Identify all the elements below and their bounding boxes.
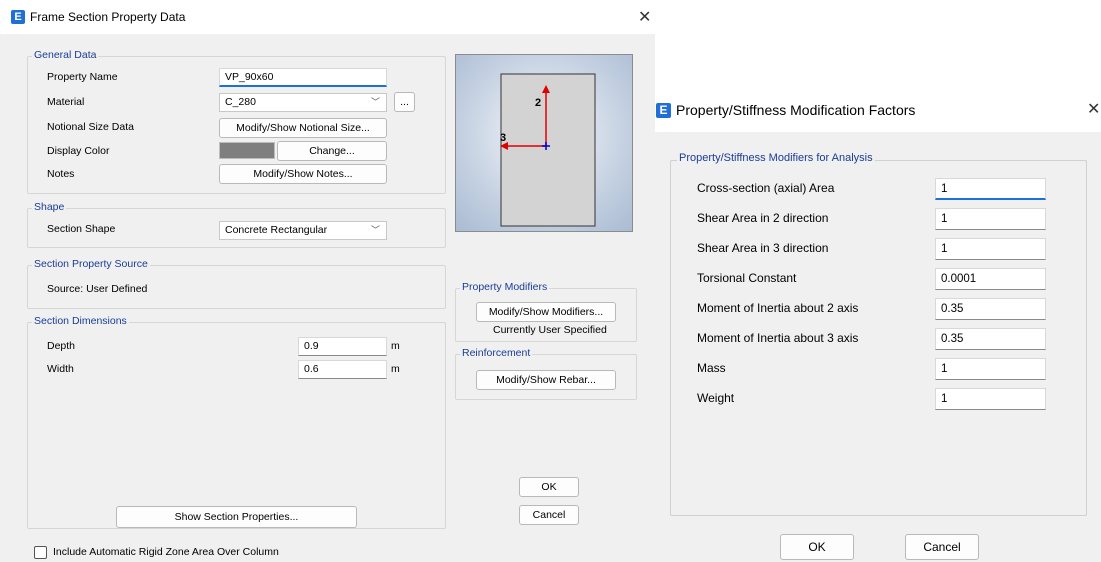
material-ellipsis-button[interactable]: ...: [394, 92, 415, 112]
close-icon[interactable]: ✕: [1087, 102, 1100, 118]
axis-2-label: 2: [535, 97, 541, 109]
modifier-row-input[interactable]: 0.0001: [935, 268, 1046, 290]
display-color-swatch[interactable]: [219, 142, 275, 159]
cancel-button[interactable]: Cancel: [519, 505, 579, 525]
modifier-row-label: Shear Area in 2 direction: [697, 211, 829, 225]
modifier-row-label: Moment of Inertia about 2 axis: [697, 301, 859, 315]
material-label: Material: [47, 96, 85, 108]
section-preview: 2 3: [455, 54, 633, 232]
dialog-title: Frame Section Property Data: [30, 10, 186, 24]
modifier-row-input[interactable]: 1: [935, 388, 1046, 410]
modifiers-group-title: Property/Stiffness Modifiers for Analysi…: [677, 152, 875, 164]
modifier-row-label: Weight: [697, 391, 735, 405]
material-value: C_280: [225, 96, 256, 108]
modifier-row-label: Moment of Inertia about 3 axis: [697, 331, 859, 345]
width-input[interactable]: 0.6: [298, 360, 387, 379]
modifier-row-input[interactable]: 1: [935, 238, 1046, 260]
etabs-app-icon: E: [656, 103, 671, 118]
reinforcement-title: Reinforcement: [460, 347, 533, 359]
modifier-row-label: Cross-section (axial) Area: [697, 181, 835, 195]
etabs-app-icon: E: [11, 10, 25, 24]
axis-3-label: 3: [500, 132, 506, 144]
section-dimensions-title: Section Dimensions: [32, 315, 129, 327]
modify-show-rebar-button[interactable]: Modify/Show Rebar...: [476, 370, 616, 390]
width-label: Width: [47, 363, 74, 375]
source-text: Source: User Defined: [47, 283, 148, 295]
modifiers-status-text: Currently User Specified: [493, 324, 607, 336]
modifier-row-label: Mass: [697, 361, 726, 375]
modifier-row-input[interactable]: 1: [935, 178, 1046, 200]
change-color-button[interactable]: Change...: [277, 141, 387, 161]
frame-section-dialog: E Frame Section Property Data ✕ General …: [0, 0, 655, 562]
rigid-zone-checkbox[interactable]: [34, 546, 47, 559]
rigid-zone-checkbox-label: Include Automatic Rigid Zone Area Over C…: [53, 546, 279, 558]
section-shape-value: Concrete Rectangular: [225, 224, 328, 236]
show-section-properties-button[interactable]: Show Section Properties...: [116, 506, 357, 528]
notes-button[interactable]: Modify/Show Notes...: [219, 164, 387, 184]
modifier-row-input[interactable]: 1: [935, 358, 1046, 380]
modify-show-modifiers-button[interactable]: Modify/Show Modifiers...: [476, 302, 616, 322]
property-name-label: Property Name: [47, 71, 118, 83]
notes-label: Notes: [47, 168, 75, 180]
title-bar: E Frame Section Property Data ✕: [0, 0, 655, 34]
cancel-button-2[interactable]: Cancel: [905, 534, 979, 560]
section-shape-select[interactable]: Concrete Rectangular ﹀: [219, 221, 387, 240]
notional-size-button[interactable]: Modify/Show Notional Size...: [219, 118, 387, 138]
property-name-input[interactable]: VP_90x60: [219, 68, 387, 87]
property-source-title: Section Property Source: [32, 258, 150, 270]
chevron-down-icon: ﹀: [370, 225, 380, 235]
width-unit: m: [391, 363, 400, 375]
property-modifiers-title: Property Modifiers: [460, 281, 550, 293]
modifier-row-input[interactable]: 1: [935, 208, 1046, 230]
section-preview-svg: 2 3: [500, 73, 596, 227]
modifier-row-input[interactable]: 0.35: [935, 298, 1046, 320]
modifier-row-label: Shear Area in 3 direction: [697, 241, 829, 255]
dialog-title-2: Property/Stiffness Modification Factors: [676, 102, 916, 118]
depth-label: Depth: [47, 340, 76, 352]
depth-input[interactable]: 0.9: [298, 337, 387, 356]
general-data-title: General Data: [32, 49, 99, 61]
close-icon[interactable]: ✕: [638, 10, 651, 26]
ok-button-2[interactable]: OK: [780, 534, 854, 560]
ok-button[interactable]: OK: [519, 477, 579, 497]
section-rectangle: [500, 73, 596, 227]
notional-size-label: Notional Size Data: [47, 121, 134, 133]
depth-unit: m: [391, 340, 400, 352]
modifier-row-input[interactable]: 0.35: [935, 328, 1046, 350]
title-bar-2: E Property/Stiffness Modification Factor…: [655, 88, 1101, 132]
modifier-row-label: Torsional Constant: [697, 271, 797, 285]
chevron-down-icon: ﹀: [370, 97, 380, 107]
material-select[interactable]: C_280 ﹀: [219, 93, 387, 112]
modification-factors-dialog: E Property/Stiffness Modification Factor…: [655, 88, 1101, 562]
shape-title: Shape: [32, 201, 67, 213]
section-shape-label: Section Shape: [47, 223, 116, 235]
display-color-label: Display Color: [47, 145, 110, 157]
